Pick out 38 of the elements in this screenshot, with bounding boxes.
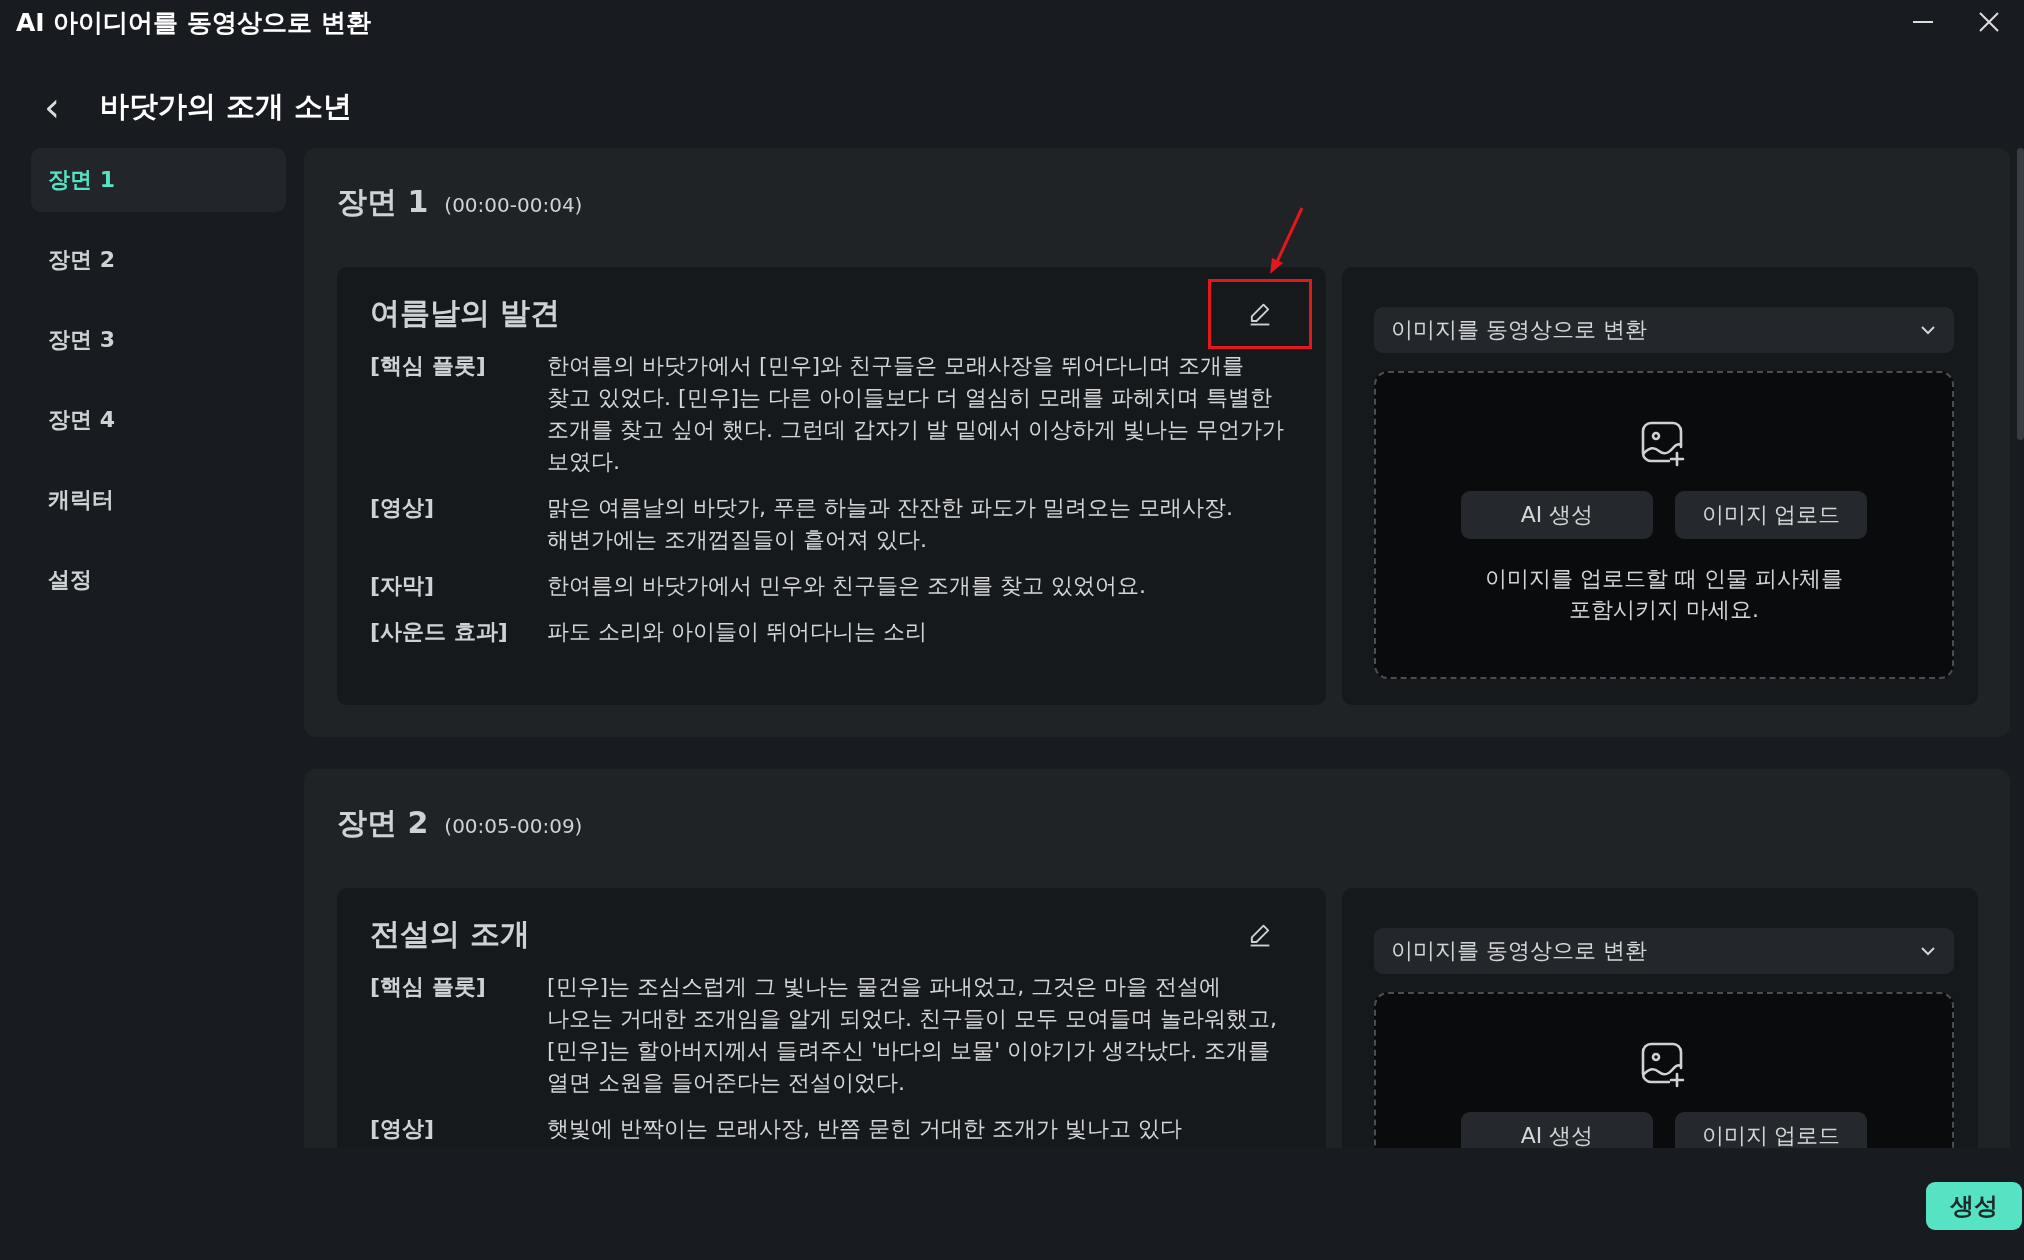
sidebar-item[interactable]: 설정 <box>31 548 286 612</box>
sidebar-item[interactable]: 장면 2 <box>31 228 286 292</box>
field-label: [핵심 플롯] <box>370 973 487 1001</box>
upload-zone[interactable]: AI 생성 이미지 업로드 <box>1374 992 1954 1148</box>
field-label: [사운드 효과] <box>370 618 509 646</box>
project-title: 바닷가의 조개 소년 <box>100 88 353 125</box>
mode-dropdown[interactable]: 이미지를 동영상으로 변환 <box>1374 307 1954 353</box>
ai-generate-button[interactable]: AI 생성 <box>1461 1112 1653 1148</box>
scene-time: (00:00-00:04) <box>444 193 583 217</box>
scene-title: 장면 1 <box>337 183 429 221</box>
field-text: 맑은 여름날의 바닷가, 푸른 하늘과 잔잔한 파도가 밀려오는 모래사장. 해변가에는 조개껍질들이 흩어져 있다. <box>547 494 1234 554</box>
field-text: 파도 소리와 아이들이 뛰어다니는 소리 <box>547 618 928 646</box>
sidebar-item[interactable]: 캐릭터 <box>31 468 286 532</box>
field-label: [핵심 플롯] <box>370 352 487 380</box>
field-text: 한여름의 바닷가에서 [민우]와 친구들은 모래사장을 뛰어다니며 조개를 찾고 있었다. [민우]는 다른 아이들보다 더 열심히 모래를 파헤치며 특별한 조개를 찾고 싶어 했다. 그런데 갑자기 발 밑에서 이상하게 빛나는 무언가가 보였다. <box>547 352 1285 476</box>
sidebar-item[interactable]: 장면 1 <box>31 148 286 212</box>
scene-title: 장면 2 <box>337 804 429 842</box>
scrollbar[interactable] <box>2017 148 2024 440</box>
upload-zone[interactable]: AI 생성 이미지 업로드 이미지를 업로드할 때 인물 피사체를 포함시키지 마세요. <box>1374 371 1954 679</box>
image-upload-button[interactable]: 이미지 업로드 <box>1675 1112 1867 1148</box>
card-title: 전설의 조개 <box>370 915 531 953</box>
scene-time: (00:05-00:09) <box>444 814 583 838</box>
field-text: 햇빛에 반짝이는 모래사장, 반쯤 묻힌 거대한 조개가 빛나고 있다 <box>547 1115 1183 1143</box>
image-upload-button[interactable]: 이미지 업로드 <box>1675 491 1867 539</box>
card-title: 여름날의 발견 <box>370 294 561 332</box>
ai-generate-button[interactable]: AI 생성 <box>1461 491 1653 539</box>
generate-button[interactable]: 생성 <box>1926 1182 2022 1230</box>
sidebar-item[interactable]: 장면 4 <box>31 388 286 452</box>
field-label: [영상] <box>370 494 436 522</box>
back-button[interactable]: ‹ <box>44 87 60 127</box>
field-label: [영상] <box>370 1115 436 1143</box>
mode-dropdown[interactable]: 이미지를 동영상으로 변환 <box>1374 928 1954 974</box>
field-text: 한여름의 바닷가에서 민우와 친구들은 조개를 찾고 있었어요. <box>547 572 1147 600</box>
field-text: [민우]는 조심스럽게 그 빛나는 물건을 파내었고, 그것은 마을 전설에 나오는 거대한 조개임을 알게 되었다. 친구들이 모두 모여들며 놀라워했고, [민우]는 할아버지께서 들려주신 '바다의 보물' 이야기가 생각났다. 조개를 열면 소원을 들어준다는 전설이었다. <box>547 973 1278 1097</box>
upload-hint: 이미지를 업로드할 때 인물 피사체를 포함시키지 마세요. <box>1484 565 1844 624</box>
window-title: AI 아이디어를 동영상으로 변환 <box>16 6 371 39</box>
sidebar-item[interactable]: 장면 3 <box>31 308 286 372</box>
field-label: [자막] <box>370 572 436 600</box>
